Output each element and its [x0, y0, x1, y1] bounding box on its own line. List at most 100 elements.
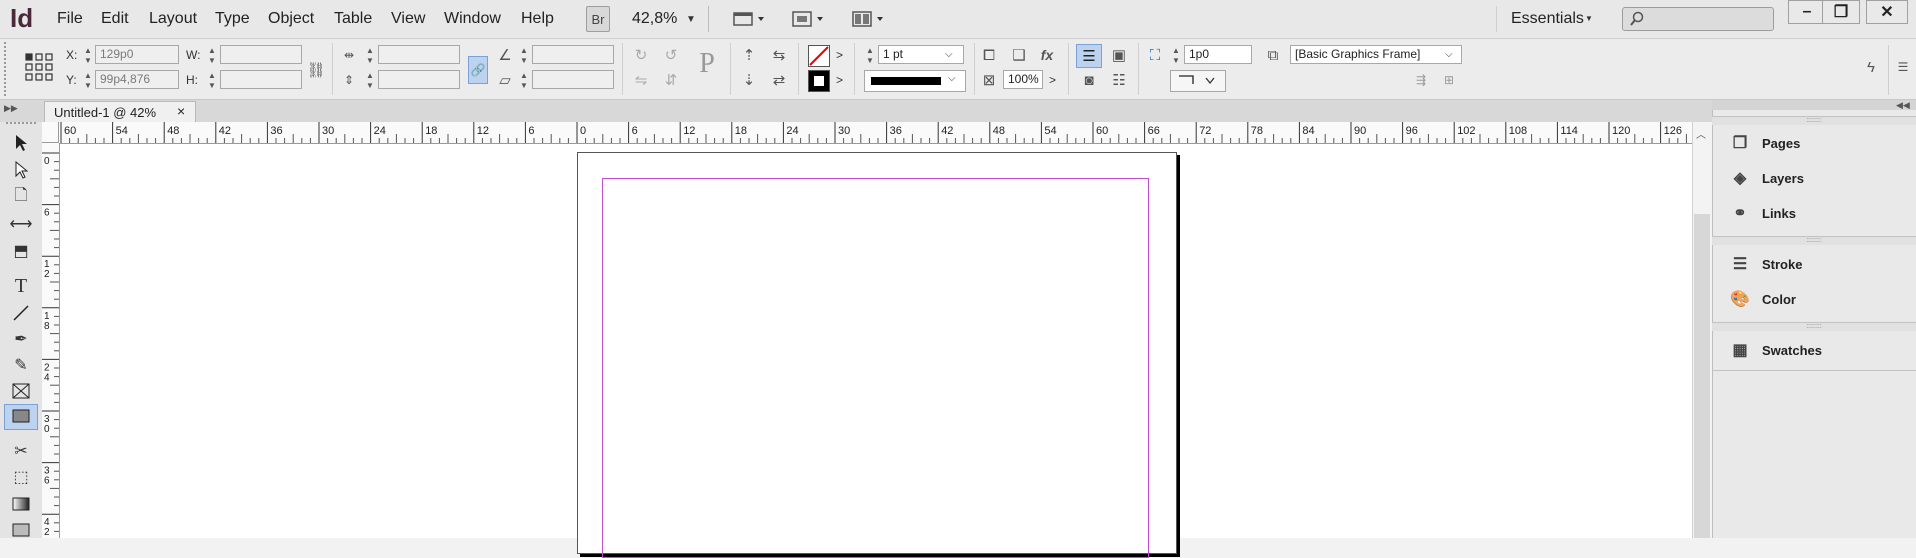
auto-fit-icon[interactable]: ⛶: [1144, 44, 1166, 66]
scroll-up-icon[interactable]: ︿: [1696, 126, 1706, 141]
panel-group-grip[interactable]: ::::::::: [1712, 116, 1916, 125]
menu-edit[interactable]: Edit: [101, 10, 129, 28]
text-wrap-contour-icon[interactable]: ◙: [1078, 69, 1100, 91]
menu-window[interactable]: Window: [444, 10, 501, 28]
quick-apply-icon[interactable]: ϟ: [1860, 56, 1882, 78]
menu-view[interactable]: View: [391, 10, 425, 28]
chevron-down-icon[interactable]: ⌵: [945, 49, 953, 60]
reference-point-icon[interactable]: [24, 52, 54, 82]
clear-overrides-icon[interactable]: ⇶: [1410, 69, 1432, 91]
line-tool-icon[interactable]: [8, 302, 34, 324]
panel-color[interactable]: 🎨 Color: [1728, 286, 1908, 312]
select-previous-object-icon[interactable]: ⇆: [768, 44, 790, 66]
gap-tool-icon[interactable]: ⟷: [8, 213, 34, 235]
vertical-ruler[interactable]: 06121824303642: [42, 143, 60, 538]
ruler-origin[interactable]: [42, 122, 59, 143]
rotate-field[interactable]: [532, 45, 614, 64]
w-stepper[interactable]: ▲ ▼: [208, 46, 216, 66]
flip-horizontal-icon[interactable]: ⇋: [630, 69, 652, 91]
rectangle-frame-tool-icon[interactable]: [8, 380, 34, 402]
stroke-type-select[interactable]: ⌵: [864, 70, 966, 92]
pen-tool-icon[interactable]: ✒: [8, 328, 34, 350]
x-field[interactable]: 129p0: [95, 45, 179, 64]
arrange-documents-button[interactable]: [851, 8, 887, 30]
gradient-swatch-tool-icon[interactable]: [8, 493, 34, 515]
rotate-angle-icon[interactable]: ∠: [494, 44, 516, 66]
panel-links[interactable]: ⚭ Links: [1728, 200, 1908, 226]
width-field[interactable]: [220, 45, 302, 64]
bridge-button[interactable]: Br: [586, 6, 610, 32]
document-tab[interactable]: Untitled-1 @ 42% ×: [44, 101, 196, 123]
text-wrap-bounding-box-icon[interactable]: ▣: [1108, 44, 1130, 66]
object-style-select[interactable]: [Basic Graphics Frame]: [1290, 45, 1462, 64]
stroke-swatch-icon[interactable]: [808, 70, 830, 92]
fill-menu-icon[interactable]: >: [836, 48, 843, 62]
y-field[interactable]: 99p4,876: [95, 70, 179, 89]
select-content-icon[interactable]: ⇣: [738, 69, 760, 91]
scale-x-field[interactable]: [378, 45, 460, 64]
shear-stepper[interactable]: ▲ ▼: [520, 71, 528, 91]
rotate-stepper[interactable]: ▲ ▼: [520, 46, 528, 66]
zoom-level[interactable]: 42,8%: [632, 10, 677, 28]
page-tool-icon[interactable]: 🗋: [8, 186, 34, 208]
menu-file[interactable]: File: [57, 10, 83, 28]
effects-shadow-icon[interactable]: ❑: [1008, 44, 1030, 66]
style-options-icon[interactable]: ⊞: [1438, 69, 1460, 91]
menu-object[interactable]: Object: [268, 10, 314, 28]
collapse-toolbox-icon[interactable]: ▶▶: [4, 103, 18, 114]
menu-type[interactable]: Type: [215, 10, 250, 28]
select-next-object-icon[interactable]: ⇄: [768, 69, 790, 91]
screen-mode-button[interactable]: [791, 8, 827, 30]
search-input[interactable]: [1622, 7, 1774, 31]
view-options-button[interactable]: [732, 8, 764, 30]
scale-x-stepper[interactable]: ▲ ▼: [366, 46, 374, 66]
horizontal-ruler[interactable]: 60 54 48 42 36 30 24 18 12 6 0 6 12 18 24 30 36 42 48 54 60 6…: [42, 122, 1692, 144]
object-style-icon[interactable]: ⧉: [1262, 44, 1284, 66]
constrain-proportions-icon[interactable]: ⛓: [305, 59, 327, 81]
scale-y-stepper[interactable]: ▲ ▼: [366, 71, 374, 91]
panel-swatches[interactable]: ▦ Swatches: [1728, 337, 1908, 363]
scale-y-icon[interactable]: ⇕: [338, 69, 360, 91]
workspace-switcher[interactable]: Essentials: [1511, 10, 1584, 28]
collapse-panels-icon[interactable]: ◀◀: [1896, 100, 1910, 111]
fx-effects-icon[interactable]: fx: [1036, 44, 1058, 66]
select-container-icon[interactable]: ⇡: [738, 44, 760, 66]
scissors-tool-icon[interactable]: ✂: [8, 440, 34, 462]
chain-link-icon[interactable]: 🔗: [468, 56, 488, 84]
x-stepper[interactable]: ▲ ▼: [84, 46, 92, 66]
menu-help[interactable]: Help: [521, 10, 554, 28]
menu-layout[interactable]: Layout: [149, 10, 197, 28]
opacity-field[interactable]: 100%: [1003, 70, 1043, 89]
type-tool-icon[interactable]: T: [8, 275, 34, 297]
stroke-menu-icon[interactable]: >: [836, 73, 843, 87]
text-wrap-none-icon[interactable]: ☰: [1076, 44, 1102, 68]
corner-shape-select[interactable]: [1170, 70, 1226, 92]
minimize-button[interactable]: –: [1788, 0, 1826, 24]
scale-x-icon[interactable]: ⇹: [338, 44, 360, 66]
fill-none-swatch-icon[interactable]: [808, 45, 830, 67]
panel-group-grip[interactable]: ::::::::: [1712, 236, 1916, 245]
chevron-down-icon[interactable]: ⌵: [1445, 49, 1453, 60]
y-stepper[interactable]: ▲ ▼: [84, 71, 92, 91]
opacity-icon[interactable]: ⊠: [978, 69, 1000, 91]
close-tab-icon[interactable]: ×: [177, 103, 185, 119]
panel-menu-icon[interactable]: ☰: [1892, 56, 1914, 78]
content-collector-icon[interactable]: ⬒: [8, 240, 34, 262]
h-stepper[interactable]: ▲ ▼: [208, 71, 216, 91]
flip-vertical-icon[interactable]: ⇵: [660, 69, 682, 91]
panel-pages[interactable]: ❐ Pages: [1728, 130, 1908, 156]
toolbox-grip[interactable]: [6, 122, 36, 127]
panel-stroke[interactable]: ☰ Stroke: [1728, 251, 1908, 277]
panel-group-grip[interactable]: ::::::::: [1712, 322, 1916, 331]
rectangle-tool-button[interactable]: [4, 404, 38, 430]
fitting-field[interactable]: 1p0: [1184, 45, 1252, 64]
pencil-tool-icon[interactable]: ✎: [8, 354, 34, 376]
rotate-clockwise-icon[interactable]: ↻: [630, 44, 652, 66]
scale-y-field[interactable]: [378, 70, 460, 89]
restore-button[interactable]: ❐: [1822, 0, 1860, 24]
menu-table[interactable]: Table: [334, 10, 372, 28]
chevron-down-icon[interactable]: ▼: [686, 14, 696, 25]
opacity-menu-icon[interactable]: >: [1049, 73, 1056, 87]
text-wrap-jump-icon[interactable]: ☷: [1108, 69, 1130, 91]
shear-field[interactable]: [532, 70, 614, 89]
